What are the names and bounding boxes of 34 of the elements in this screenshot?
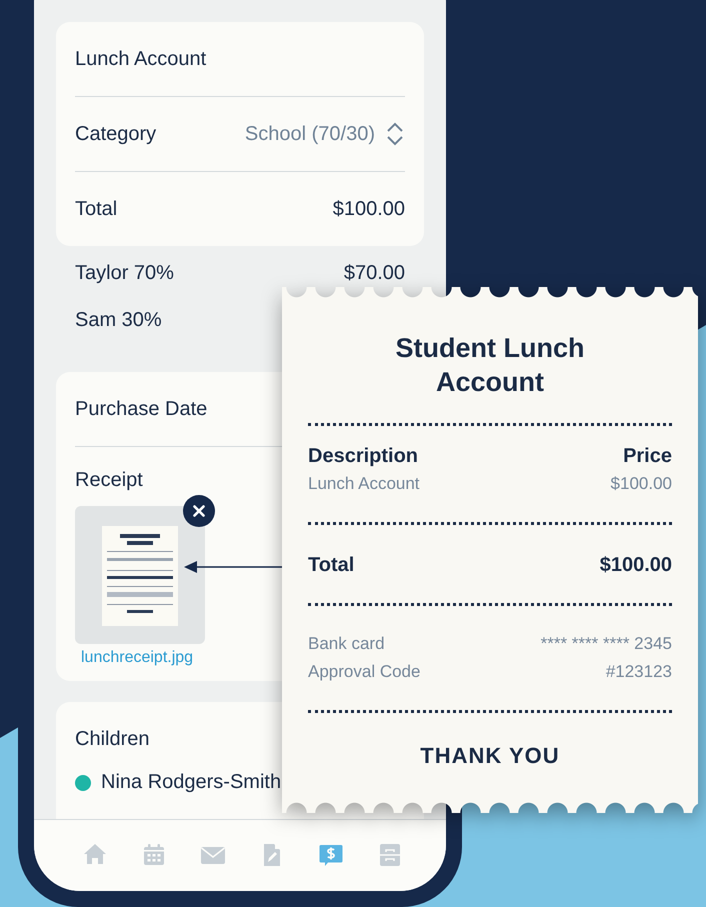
item-name: Lunch Account — [308, 473, 420, 495]
column-header: Price — [623, 444, 672, 469]
split-label: Sam 30% — [75, 309, 162, 332]
account-title: Lunch Account — [75, 48, 206, 70]
field-label: Category — [75, 122, 156, 146]
thank-you-text: THANK YOU — [419, 743, 561, 769]
receipt-title: Student Lunch Account — [394, 332, 586, 399]
tab[interactable] — [318, 842, 344, 868]
cabinet-icon — [377, 842, 403, 868]
file-link[interactable]: lunchreceipt.jpg — [81, 649, 194, 667]
split-amount: $70.00 — [344, 262, 405, 285]
child-name: Nina Rodgers-Smith — [101, 771, 282, 794]
payment-value: **** **** **** 2345 — [540, 633, 672, 655]
item-price: $100.00 — [610, 473, 672, 495]
field-label: Purchase Date — [75, 398, 208, 420]
chevron-updown-icon — [385, 122, 405, 146]
section-title: Children — [75, 728, 150, 751]
field-label: Total — [75, 198, 118, 220]
payment-label: Approval Code — [308, 661, 420, 683]
split-label: Taylor 70% — [75, 262, 174, 285]
dollar-chat-icon — [318, 842, 344, 868]
column-header: Description — [308, 444, 418, 469]
tab[interactable] — [377, 842, 403, 868]
calendar-icon — [141, 842, 167, 868]
payment-value: #123123 — [606, 661, 672, 683]
close-icon — [193, 505, 205, 517]
field-label: Receipt — [75, 469, 143, 492]
tab[interactable] — [141, 842, 167, 868]
payment-label: Bank card — [308, 633, 385, 655]
field-value: $100.00 — [332, 198, 405, 220]
total-amount: $100.00 — [600, 553, 672, 578]
total-label: Total — [308, 553, 354, 578]
category-select[interactable]: School (70/30) — [244, 122, 405, 146]
remove-button[interactable] — [183, 495, 215, 527]
